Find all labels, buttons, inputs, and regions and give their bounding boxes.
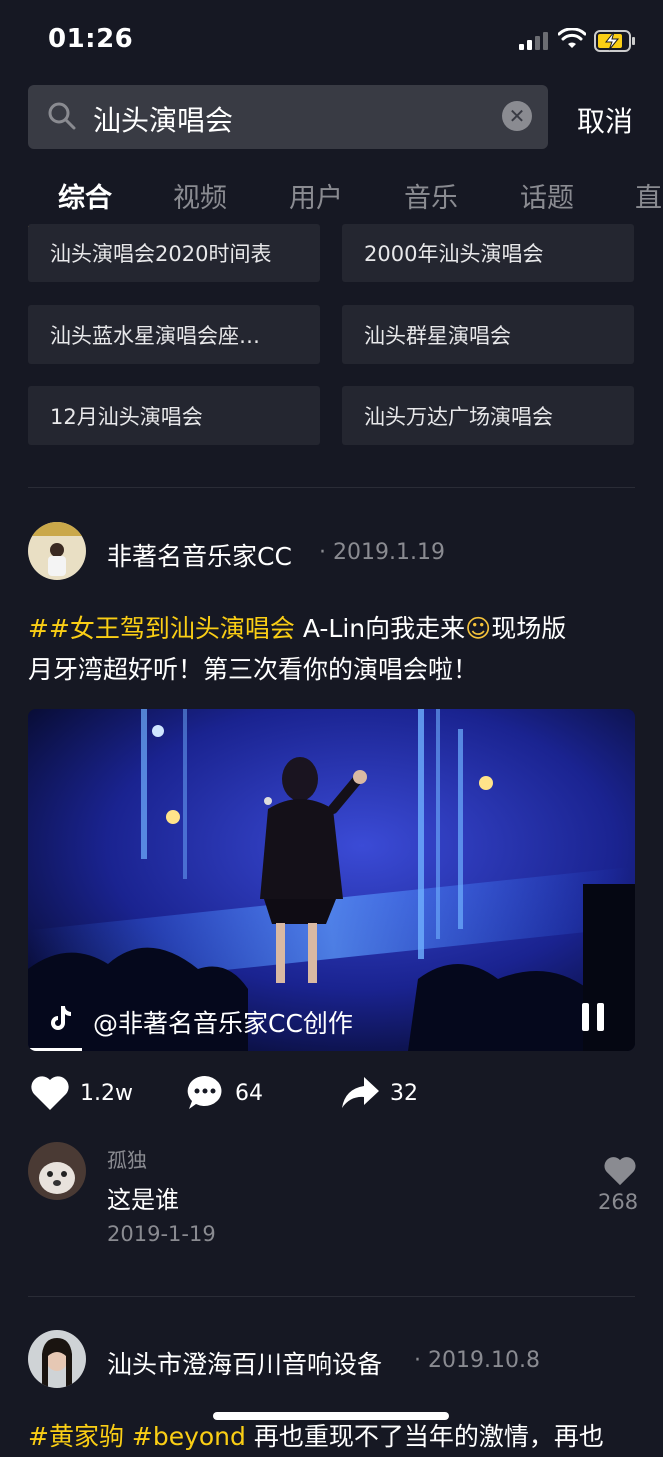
- comment-username[interactable]: 孤独: [107, 1144, 147, 1173]
- suggestion-chip[interactable]: 2000年汕头演唱会: [342, 224, 634, 282]
- comment-avatar-image: [28, 1142, 86, 1200]
- close-icon: ✕: [508, 104, 526, 128]
- post-caption: #黄家驹 #beyond 再也重现不了当年的激情，再也: [28, 1422, 604, 1451]
- tab-comprehensive[interactable]: 综合: [58, 176, 112, 215]
- cellular-signal-icon: [519, 32, 548, 50]
- share-icon[interactable]: [340, 1075, 380, 1111]
- pause-icon: [582, 1003, 604, 1031]
- suggestion-chip[interactable]: 汕头万达广场演唱会: [342, 386, 634, 445]
- video-frame: [28, 709, 635, 1051]
- comment-like-count: 268: [598, 1190, 639, 1214]
- smile-emoji: ☺: [465, 614, 492, 643]
- comment-count: 64: [235, 1081, 263, 1106]
- douyin-logo-icon: [51, 1006, 71, 1030]
- post-author[interactable]: 非著名音乐家CC: [107, 537, 292, 573]
- home-indicator[interactable]: [213, 1412, 449, 1420]
- tab-music[interactable]: 音乐: [404, 176, 458, 215]
- comment-avatar[interactable]: [28, 1142, 86, 1200]
- avatar-image: [28, 522, 86, 580]
- hashtag-link[interactable]: #黄家驹 #beyond: [28, 1422, 246, 1451]
- battery-charging-icon: [594, 30, 635, 52]
- suggestion-chip[interactable]: 汕头蓝水星演唱会座…: [28, 305, 320, 364]
- suggestion-chip[interactable]: 汕头群星演唱会: [342, 305, 634, 364]
- avatar-image: [28, 1330, 86, 1388]
- tab-live[interactable]: 直: [635, 176, 662, 215]
- suggestion-chip[interactable]: 12月汕头演唱会: [28, 386, 320, 445]
- avatar[interactable]: [28, 522, 86, 580]
- comment-date: 2019-1-19: [107, 1222, 216, 1246]
- comment-text: 这是谁: [107, 1186, 179, 1214]
- tab-topics[interactable]: 话题: [520, 176, 574, 215]
- post-author[interactable]: 汕头市澄海百川音响设备: [107, 1345, 382, 1381]
- comment-icon[interactable]: [185, 1073, 225, 1113]
- post-date: · 2019.1.19: [319, 540, 445, 565]
- wifi-icon: [558, 28, 586, 48]
- share-count: 32: [390, 1081, 418, 1106]
- clear-search-button[interactable]: ✕: [502, 101, 532, 131]
- suggestion-chip[interactable]: 汕头演唱会2020时间表: [28, 224, 320, 282]
- pause-button[interactable]: [580, 1001, 606, 1033]
- section-divider: [28, 1296, 635, 1297]
- avatar[interactable]: [28, 1330, 86, 1388]
- search-input[interactable]: 汕头演唱会: [93, 99, 233, 139]
- status-time: 01:26: [48, 24, 134, 54]
- video-watermark: @非著名音乐家CC创作: [93, 1009, 353, 1038]
- like-icon[interactable]: [30, 1075, 70, 1111]
- hashtag-link[interactable]: ##女王驾到汕头演唱会: [28, 614, 295, 643]
- tab-videos[interactable]: 视频: [173, 176, 227, 215]
- section-divider: [28, 487, 635, 488]
- post-caption: ##女王驾到汕头演唱会 A-Lin向我走来☺现场版 月牙湾超好听！第三次看你的演…: [28, 614, 567, 684]
- cancel-button[interactable]: 取消: [577, 100, 633, 140]
- tab-users[interactable]: 用户: [289, 176, 343, 215]
- video-player[interactable]: @非著名音乐家CC创作: [28, 709, 635, 1051]
- search-icon: [48, 102, 76, 130]
- comment-like-icon[interactable]: [603, 1156, 637, 1186]
- post-date: · 2019.10.8: [414, 1348, 540, 1373]
- like-count: 1.2w: [80, 1081, 133, 1106]
